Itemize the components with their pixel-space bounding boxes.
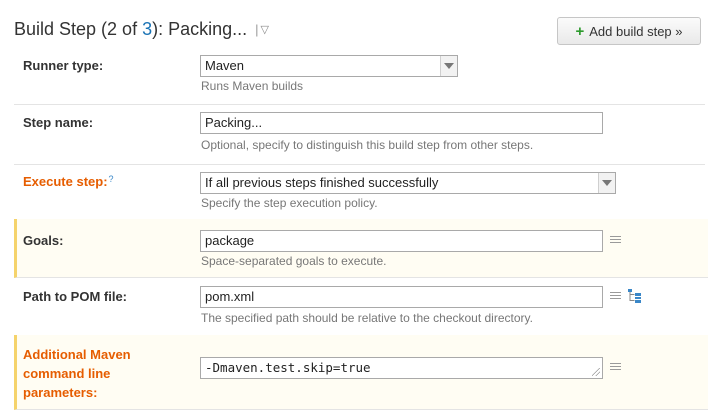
step-name-row: Step name: Packing... Optional, specify … <box>14 104 705 165</box>
step-name-label: Step name: <box>23 115 94 130</box>
runner-type-row: Runner type: Maven Runs Maven builds <box>14 47 705 105</box>
menu-separator: | <box>255 21 259 37</box>
runner-type-label: Runner type: <box>23 58 104 73</box>
pom-path-label: Path to POM file: <box>23 289 127 304</box>
execute-step-label: Execute step:? <box>23 174 114 189</box>
execute-step-note: Specify the step execution policy. <box>201 196 378 210</box>
maven-params-label: Additional Maven command line parameters… <box>23 347 131 400</box>
step-menu-toggle[interactable]: | ▽ <box>255 22 269 37</box>
goals-row: Goals: package Space-separated goals to … <box>14 219 708 278</box>
maven-params-value: -Dmaven.test.skip=true <box>205 360 371 375</box>
file-tree-icon[interactable] <box>628 289 641 303</box>
runner-type-select[interactable]: Maven <box>200 55 458 77</box>
step-count-link[interactable]: 3 <box>142 19 152 39</box>
execute-step-row: Execute step:? If all previous steps fin… <box>14 164 705 220</box>
runner-type-note: Runs Maven builds <box>201 79 304 93</box>
execute-step-select[interactable]: If all previous steps finished successfu… <box>200 172 616 194</box>
build-step-header: Build Step (2 of 3): Packing... | ▽ <box>14 15 269 43</box>
maven-params-textarea[interactable]: -Dmaven.test.skip=true <box>200 357 603 379</box>
execute-step-value: If all previous steps finished successfu… <box>205 175 439 190</box>
dropdown-arrow-icon <box>440 56 457 76</box>
add-build-step-label: Add build step » <box>589 23 683 39</box>
runner-type-value: Maven <box>205 58 245 73</box>
add-build-step-button[interactable]: + Add build step » <box>557 17 701 45</box>
help-icon[interactable]: ? <box>109 174 114 184</box>
dropdown-arrow-icon <box>598 173 615 193</box>
page-title: Build Step (2 of 3): Packing... <box>14 18 248 39</box>
plus-icon: + <box>575 22 585 40</box>
list-icon[interactable] <box>610 363 621 372</box>
step-name-input[interactable]: Packing... <box>200 112 603 134</box>
step-name-note: Optional, specify to distinguish this bu… <box>201 138 534 152</box>
resize-handle-icon[interactable] <box>592 368 600 376</box>
list-icon[interactable] <box>610 292 621 301</box>
list-icon[interactable] <box>610 236 621 245</box>
pom-path-input[interactable]: pom.xml <box>200 286 603 308</box>
goals-label: Goals: <box>23 233 64 248</box>
goals-input[interactable]: package <box>200 230 603 252</box>
maven-params-row: Additional Maven command line parameters… <box>14 335 708 410</box>
chevron-down-icon: ▽ <box>260 23 269 36</box>
goals-note: Space-separated goals to execute. <box>201 254 387 268</box>
pom-path-note: The specified path should be relative to… <box>201 311 533 325</box>
pom-path-row: Path to POM file: pom.xml The specified … <box>14 277 705 336</box>
